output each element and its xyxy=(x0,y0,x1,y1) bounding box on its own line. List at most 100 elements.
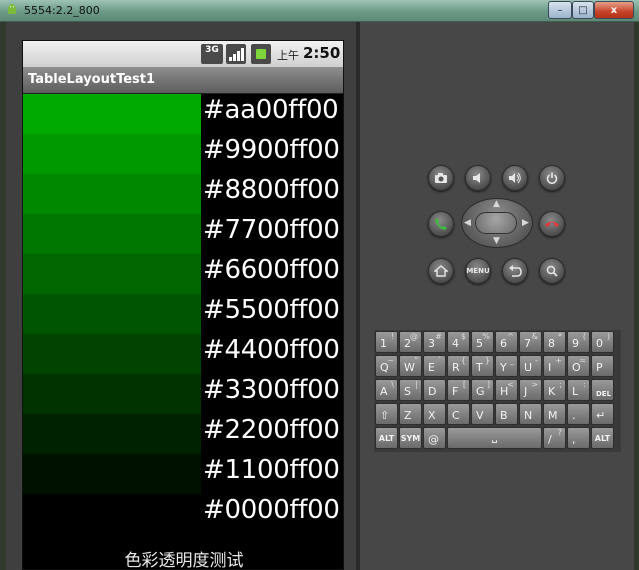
back-icon[interactable] xyxy=(502,258,528,284)
key[interactable]: A \ xyxy=(375,379,398,401)
key[interactable]: L: xyxy=(567,379,590,401)
key[interactable]: F[ xyxy=(447,379,470,401)
app-title: TableLayoutTest1 xyxy=(28,72,156,87)
status-bar: 3G 上午 2:50 xyxy=(23,41,343,67)
color-code-label: #6600ff00 xyxy=(203,255,340,285)
color-code-label: #2200ff00 xyxy=(203,415,340,445)
3g-icon: 3G xyxy=(201,44,223,64)
dpad-up-icon[interactable]: ▲ xyxy=(493,199,500,209)
key[interactable]: 5% xyxy=(471,331,494,353)
color-code-label: #1100ff00 xyxy=(203,455,340,485)
search-icon[interactable] xyxy=(539,258,565,284)
volume-down-icon[interactable] xyxy=(465,165,491,191)
android-app-icon xyxy=(8,4,16,14)
table-row: #6600ff00 xyxy=(23,254,343,294)
key[interactable]: G] xyxy=(471,379,494,401)
signal-icon xyxy=(226,44,246,64)
key[interactable]: ⇧ xyxy=(375,403,398,425)
key[interactable]: O = xyxy=(567,355,590,377)
status-time: 2:50 xyxy=(303,44,341,62)
color-code-label: #0000ff00 xyxy=(203,495,340,525)
key[interactable]: B xyxy=(495,403,518,425)
key[interactable]: 9( xyxy=(567,331,590,353)
menu-button[interactable]: MENU xyxy=(465,258,491,284)
key[interactable]: P xyxy=(591,355,614,377)
color-swatch xyxy=(23,94,201,134)
dpad-center-button[interactable] xyxy=(475,212,517,234)
call-icon[interactable] xyxy=(428,211,454,237)
key[interactable]: 0) xyxy=(591,331,614,353)
color-code-label: #5500ff00 xyxy=(203,295,340,325)
key[interactable]: S | xyxy=(399,379,422,401)
key[interactable]: E ` xyxy=(423,355,446,377)
dpad-down-icon[interactable]: ▼ xyxy=(493,236,500,246)
key[interactable]: C xyxy=(447,403,470,425)
key[interactable]: Y _ xyxy=(495,355,518,377)
table-row: #8800ff00 xyxy=(23,174,343,214)
slash-key[interactable]: /? xyxy=(543,427,566,449)
power-icon[interactable] xyxy=(539,165,565,191)
key[interactable]: Q ~ xyxy=(375,355,398,377)
key[interactable]: J > xyxy=(519,379,542,401)
alt-right-key[interactable]: ALT xyxy=(591,427,614,449)
key[interactable]: M xyxy=(543,403,566,425)
key[interactable]: N xyxy=(519,403,542,425)
color-swatch xyxy=(23,374,201,414)
close-button[interactable]: x xyxy=(594,1,634,19)
key[interactable]: W " xyxy=(399,355,422,377)
key[interactable]: I + xyxy=(543,355,566,377)
hardware-keyboard: 1! 2 @3 #4 $5% 6 ^ 7 & 8 * 9(0) Q ~ W " E ` R{T} Y _ U - I + O = P A… xyxy=(374,330,621,452)
sym-key[interactable]: SYM xyxy=(399,427,422,449)
table-row: #9900ff00 xyxy=(23,134,343,174)
key[interactable]: K; xyxy=(543,379,566,401)
volume-up-icon[interactable] xyxy=(502,165,528,191)
key[interactable]: 6 ^ xyxy=(495,331,518,353)
color-code-label: #3300ff00 xyxy=(203,375,340,405)
color-swatch xyxy=(23,134,201,174)
key[interactable]: 2 @ xyxy=(399,331,422,353)
status-ampm: 上午 xyxy=(277,49,299,62)
key[interactable]: 7 & xyxy=(519,331,542,353)
alt-key[interactable]: ALT xyxy=(375,427,398,449)
window-titlebar: 5554:2.2_800 – □ x xyxy=(0,0,639,22)
key[interactable]: T} xyxy=(471,355,494,377)
key[interactable]: . xyxy=(567,403,590,425)
color-swatch xyxy=(23,334,201,374)
emulator-control-panel xyxy=(360,22,634,570)
color-code-label: #7700ff00 xyxy=(203,215,340,245)
key[interactable]: X xyxy=(423,403,446,425)
key[interactable]: U- xyxy=(519,355,542,377)
color-swatch xyxy=(23,214,201,254)
color-table: #aa00ff00 #9900ff00 #8800ff00 #7700ff00 #660… xyxy=(23,94,343,534)
key[interactable]: DEL xyxy=(591,379,614,401)
color-code-label: #9900ff00 xyxy=(203,135,340,165)
dpad-right-icon[interactable]: ▶ xyxy=(522,218,529,228)
home-icon[interactable] xyxy=(428,258,454,284)
key[interactable]: R{ xyxy=(447,355,470,377)
color-swatch xyxy=(23,254,201,294)
color-swatch xyxy=(23,174,201,214)
end-call-icon[interactable] xyxy=(539,211,565,237)
at-key[interactable]: @ xyxy=(423,427,446,449)
key[interactable]: D xyxy=(423,379,446,401)
key[interactable]: 8 * xyxy=(543,331,566,353)
key[interactable]: Z xyxy=(399,403,422,425)
color-code-label: #8800ff00 xyxy=(203,175,340,205)
key[interactable]: ↵ xyxy=(591,403,614,425)
maximize-button[interactable]: □ xyxy=(572,1,594,19)
comma-key[interactable]: , xyxy=(567,427,590,449)
color-code-label: #aa00ff00 xyxy=(203,95,339,125)
app-title-bar: TableLayoutTest1 xyxy=(23,67,343,94)
color-swatch xyxy=(23,414,201,454)
table-row: #aa00ff00 xyxy=(23,94,343,134)
camera-icon[interactable] xyxy=(428,165,454,191)
dpad-left-icon[interactable]: ◀ xyxy=(464,218,471,228)
space-key[interactable]: ␣ xyxy=(447,427,542,449)
key[interactable]: 4 $ xyxy=(447,331,470,353)
key[interactable]: 1! xyxy=(375,331,398,353)
key[interactable]: H < xyxy=(495,379,518,401)
key[interactable]: 3 # xyxy=(423,331,446,353)
key[interactable]: V xyxy=(471,403,494,425)
color-swatch xyxy=(23,294,201,334)
minimize-button[interactable]: – xyxy=(548,1,572,19)
